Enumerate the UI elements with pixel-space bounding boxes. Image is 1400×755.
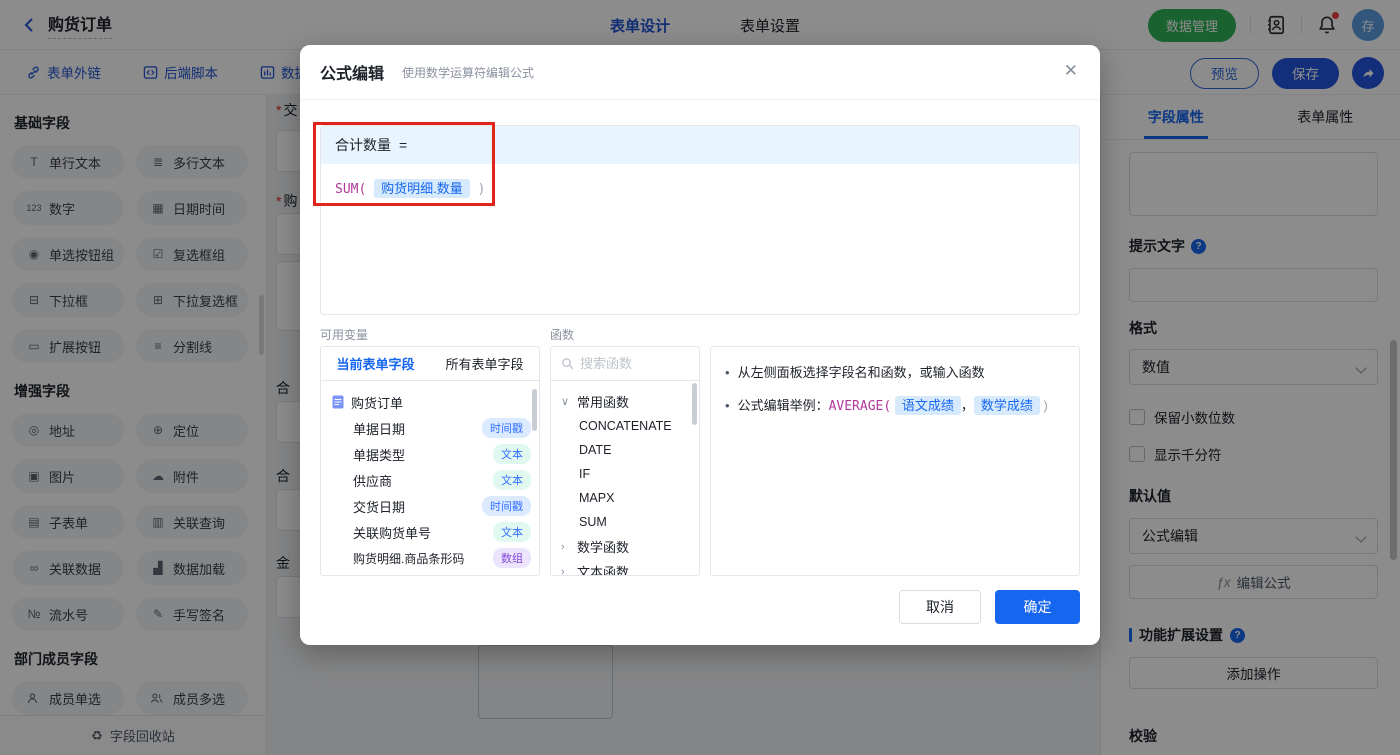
variables-scrollbar[interactable] [532, 389, 537, 431]
chevron-right-icon: › [561, 540, 565, 553]
formula-editor-modal: 公式编辑 使用数学运算符编辑公式 ✕ 合计数量 = SUM( 购货明细.数量 )… [300, 45, 1100, 645]
variables-panel: 当前表单字段 所有表单字段 购货订单 单据日期 时间戳 单据类型 文本 供应商 文本 … [320, 346, 540, 576]
function-item[interactable]: SUM [561, 510, 699, 534]
function-search[interactable] [551, 347, 699, 381]
chevron-right-icon: › [561, 565, 565, 576]
type-badge: 文本 [493, 444, 531, 464]
function-item[interactable]: CONCATENATE [561, 414, 699, 438]
variable-item[interactable]: 供应商 文本 [331, 467, 531, 493]
type-badge: 时间戳 [482, 418, 531, 438]
sum-function-token: SUM( [335, 182, 367, 197]
variable-item[interactable]: 关联购货单号 文本 [331, 519, 531, 545]
close-icon[interactable]: ✕ [1064, 61, 1078, 81]
type-badge: 文本 [493, 522, 531, 542]
close-paren: ) [477, 182, 486, 197]
help-line-2: • 公式编辑举例：AVERAGE( 语文成绩，数学成绩 ) [725, 396, 1048, 415]
cancel-button[interactable]: 取消 [899, 590, 981, 624]
field-chip: 数学成绩 [973, 396, 1040, 415]
type-badge: 时间戳 [482, 496, 531, 516]
function-group-math[interactable]: › 数学函数 [561, 534, 699, 559]
type-badge: 数组 [493, 548, 531, 568]
type-badge: 文本 [493, 470, 531, 490]
search-icon [561, 357, 574, 370]
formula-editor[interactable]: 合计数量 = SUM( 购货明细.数量 ) [320, 125, 1080, 315]
form-doc-icon [331, 395, 345, 409]
tab-all-form-fields[interactable]: 所有表单字段 [445, 354, 523, 373]
variables-label: 可用变量 [320, 328, 369, 342]
variable-item[interactable]: 单据类型 文本 [331, 441, 531, 467]
chevron-down-icon: ∨ [561, 396, 570, 408]
average-function-token: AVERAGE( [828, 399, 892, 414]
help-line-1: • 从左侧面板选择字段名和函数，或输入函数 [725, 365, 985, 380]
formula-target-row: 合计数量 = [321, 126, 1079, 164]
function-group-common[interactable]: ∨ 常用函数 [561, 389, 699, 414]
tab-current-form-fields[interactable]: 当前表单字段 [336, 354, 414, 373]
field-chip: 语文成绩 [894, 396, 961, 415]
modal-title: 公式编辑 [320, 66, 385, 83]
function-search-input[interactable] [580, 356, 680, 371]
functions-label: 函数 [550, 328, 575, 342]
function-group-text[interactable]: › 文本函数 [561, 559, 699, 576]
variables-root-node[interactable]: 购货订单 [331, 389, 531, 415]
formula-equals: = [399, 137, 408, 153]
functions-panel: ∨常用函数 CONCATENATE DATE IF MAPX SUM ›数学函数… [550, 346, 700, 576]
function-item[interactable]: MAPX [561, 486, 699, 510]
variable-item[interactable]: 单据日期 时间戳 [331, 415, 531, 441]
variable-item[interactable]: 交货日期 时间戳 [331, 493, 531, 519]
variable-item[interactable]: 购货明细.商品条形码 数组 [331, 545, 531, 571]
modal-subtitle: 使用数学运算符编辑公式 [402, 65, 535, 80]
formula-help-panel: • 从左侧面板选择字段名和函数，或输入函数 • 公式编辑举例：AVERAGE( … [710, 346, 1080, 576]
function-item[interactable]: IF [561, 462, 699, 486]
functions-scrollbar[interactable] [692, 383, 697, 425]
formula-target: 合计数量 [335, 137, 391, 153]
function-item[interactable]: DATE [561, 438, 699, 462]
formula-expression[interactable]: SUM( 购货明细.数量 ) [321, 164, 1079, 211]
field-chip[interactable]: 购货明细.数量 [374, 179, 470, 198]
confirm-button[interactable]: 确定 [995, 590, 1080, 624]
